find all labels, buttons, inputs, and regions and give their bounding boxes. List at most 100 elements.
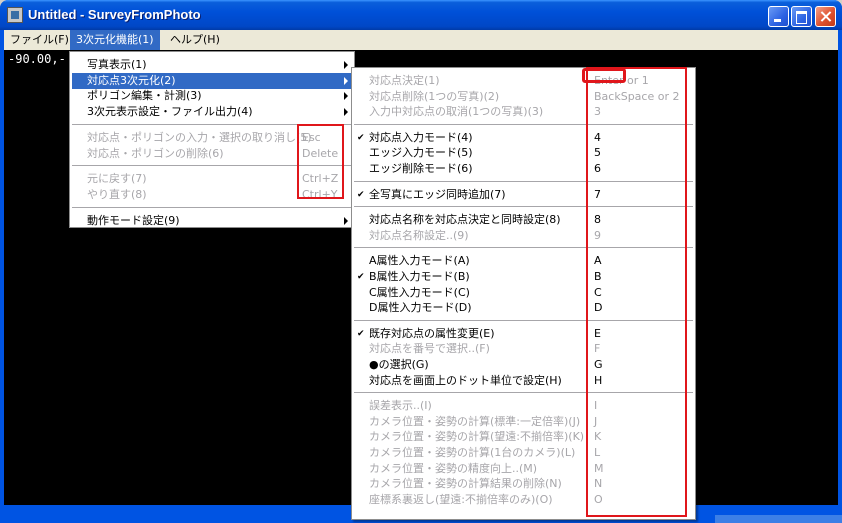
menu-item[interactable]: 対応点名称設定..(9) 9: [354, 228, 693, 244]
menu-item-shortcut: D: [594, 301, 603, 315]
menu-item-shortcut: N: [594, 477, 603, 491]
menu-item-label: 対応点名称設定..(9): [369, 228, 469, 242]
menu-item[interactable]: ポリゴン編集・計測(3): [72, 88, 352, 104]
menu-item[interactable]: 写真表示(1): [72, 57, 352, 73]
menu-item-label: 対応点入力モード(4): [369, 130, 473, 144]
menu-item-label: 動作モード設定(9): [87, 213, 180, 227]
menu-item[interactable]: 対応点決定(1) Enter or 1: [354, 73, 693, 89]
menu-item-shortcut: 8: [594, 213, 601, 227]
menu-item-label: カメラ位置・姿勢の精度向上..(M): [369, 461, 538, 475]
title-bar[interactable]: Untitled - SurveyFromPhoto: [0, 0, 842, 30]
taskbar-edge: [715, 515, 842, 523]
menu-item-label: やり直す(8): [87, 187, 147, 201]
menu-item[interactable]: カメラ位置・姿勢の計算(望遠:不揃倍率)(K) K: [354, 429, 693, 445]
menu-item[interactable]: 3次元表示設定・ファイル出力(4): [72, 104, 352, 120]
menu-separator: [354, 123, 693, 125]
checkmark-icon: ✔: [357, 132, 365, 143]
menu-item[interactable]: カメラ位置・姿勢の計算(1台のカメラ)(L) L: [354, 445, 693, 461]
menu-item-label: 対応点を番号で選択..(F): [369, 342, 490, 356]
menu-item-shortcut: A: [594, 254, 602, 268]
menu-item[interactable]: エッジ削除モード(6) 6: [354, 161, 693, 177]
submenu-arrow-icon: [344, 108, 348, 117]
menu-item[interactable]: カメラ位置・姿勢の計算結果の削除(N) N: [354, 476, 693, 492]
menu-item[interactable]: ✔ B属性入力モード(B) B: [354, 269, 693, 285]
menu-item[interactable]: 対応点を画面上のドット単位で設定(H) H: [354, 373, 693, 389]
menu-item[interactable]: カメラ位置・姿勢の精度向上..(M) M: [354, 461, 693, 477]
submenu-arrow-icon: [344, 76, 348, 85]
app-icon[interactable]: [7, 7, 23, 23]
menu-item-shortcut: BackSpace or 2: [594, 89, 680, 103]
menu-bar: ファイル(F) 3次元化機能(1) ヘルプ(H): [4, 30, 838, 50]
menu-item[interactable]: 対応点3次元化(2): [72, 72, 352, 89]
minimize-icon: [769, 7, 788, 26]
menu-item-label: ●の選択(G): [369, 358, 429, 371]
menu-item-label: エッジ削除モード(6): [369, 162, 473, 175]
menu-separator: [72, 206, 352, 208]
menu-item-label: 対応点削除(1つの写真)(2): [369, 89, 500, 103]
menu-item[interactable]: ✔ 全写真にエッジ同時追加(7) 7: [354, 187, 693, 203]
menu-item-label: 対応点3次元化(2): [87, 73, 176, 87]
menu-item-label: B属性入力モード(B): [369, 270, 470, 283]
menu-item-label: 対応点を画面上のドット単位で設定(H): [369, 373, 562, 387]
menu-item-label: 既存対応点の属性変更(E): [369, 326, 495, 340]
menu-item[interactable]: エッジ入力モード(5) 5: [354, 145, 693, 161]
maximize-button[interactable]: [791, 6, 812, 27]
submenu-arrow-icon: [344, 61, 348, 69]
menu-item-shortcut: Ctrl+Z: [302, 172, 339, 186]
menu-item-shortcut: M: [594, 461, 604, 475]
menu-item[interactable]: 対応点・ポリゴンの削除(6) Delete: [72, 146, 352, 162]
menu-item[interactable]: 誤差表示..(I) I: [354, 398, 693, 414]
menu-item-label: カメラ位置・姿勢の計算結果の削除(N): [369, 477, 562, 491]
menu-item[interactable]: 対応点・ポリゴンの入力・選択の取り消し(5) Esc: [72, 130, 352, 146]
menu-item[interactable]: 元に戻す(7) Ctrl+Z: [72, 171, 352, 187]
menu-item[interactable]: ✔ 既存対応点の属性変更(E) E: [354, 326, 693, 342]
menu-item-shortcut: 3: [594, 105, 601, 119]
menu-item-label: 3次元表示設定・ファイル出力(4): [87, 105, 253, 119]
menu-item[interactable]: 動作モード設定(9): [72, 213, 352, 229]
menu-item-shortcut: Esc: [302, 130, 321, 144]
menu-item[interactable]: 対応点を番号で選択..(F) F: [354, 341, 693, 357]
menu-item[interactable]: 対応点名称を対応点決定と同時設定(8) 8: [354, 212, 693, 228]
menu-separator: [72, 165, 352, 167]
menu-item-shortcut: L: [594, 446, 601, 459]
menu-item-shortcut: B: [594, 270, 602, 283]
menu-item[interactable]: D属性入力モード(D) D: [354, 300, 693, 316]
menu-item-shortcut: E: [594, 326, 601, 340]
menu-item-shortcut: Ctrl+Y: [302, 187, 338, 201]
maximize-icon: [792, 7, 811, 26]
menu-item[interactable]: やり直す(8) Ctrl+Y: [72, 187, 352, 203]
menu-separator: [354, 247, 693, 249]
checkmark-icon: ✔: [357, 189, 365, 200]
menu-item[interactable]: C属性入力モード(C) C: [354, 285, 693, 301]
menu-3d-dropdown: 写真表示(1) 対応点3次元化(2) ポリゴン編集・計測(3) 3次元表示設定・ファイ…: [69, 51, 355, 228]
menu-item-shortcut: G: [594, 358, 603, 371]
menu-item-label: A属性入力モード(A): [369, 254, 470, 268]
close-button[interactable]: [815, 6, 836, 27]
menu-item-label: 対応点・ポリゴンの入力・選択の取り消し(5): [87, 130, 312, 144]
menu-item-shortcut: 5: [594, 146, 601, 160]
menu-file[interactable]: ファイル(F): [4, 30, 75, 50]
coordinate-readout: -90.00,-: [8, 52, 66, 66]
menu-item-label: 入力中対応点の取消(1つの写真)(3): [369, 105, 544, 119]
menu-item-label: カメラ位置・姿勢の計算(標準:一定倍率)(J): [369, 414, 581, 428]
menu-help[interactable]: ヘルプ(H): [164, 30, 226, 50]
close-icon: [816, 7, 835, 26]
minimize-button[interactable]: [768, 6, 789, 27]
menu-item-label: ポリゴン編集・計測(3): [87, 89, 202, 103]
menu-separator: [354, 319, 693, 321]
menu-item[interactable]: ✔ 対応点入力モード(4) 4: [354, 130, 693, 146]
menu-item[interactable]: 入力中対応点の取消(1つの写真)(3) 3: [354, 104, 693, 120]
menu-item-shortcut: Enter or 1: [594, 74, 649, 87]
menu-item[interactable]: 対応点削除(1つの写真)(2) BackSpace or 2: [354, 89, 693, 105]
submenu-point-3d: 対応点決定(1) Enter or 1 対応点削除(1つの写真)(2) BackSpa…: [351, 67, 696, 520]
menu-item[interactable]: カメラ位置・姿勢の計算(標準:一定倍率)(J) J: [354, 414, 693, 430]
menu-separator: [354, 206, 693, 208]
menu-item-shortcut: H: [594, 373, 603, 387]
menu-item[interactable]: A属性入力モード(A) A: [354, 253, 693, 269]
menu-item[interactable]: ●の選択(G) G: [354, 357, 693, 373]
menu-item-shortcut: I: [594, 399, 598, 413]
menu-item[interactable]: 座標系裏返し(望遠:不揃倍率のみ)(O) O: [354, 492, 693, 508]
menu-item-label: 座標系裏返し(望遠:不揃倍率のみ)(O): [369, 492, 553, 506]
menu-item-shortcut: C: [594, 285, 602, 299]
menu-3d[interactable]: 3次元化機能(1): [70, 30, 160, 50]
